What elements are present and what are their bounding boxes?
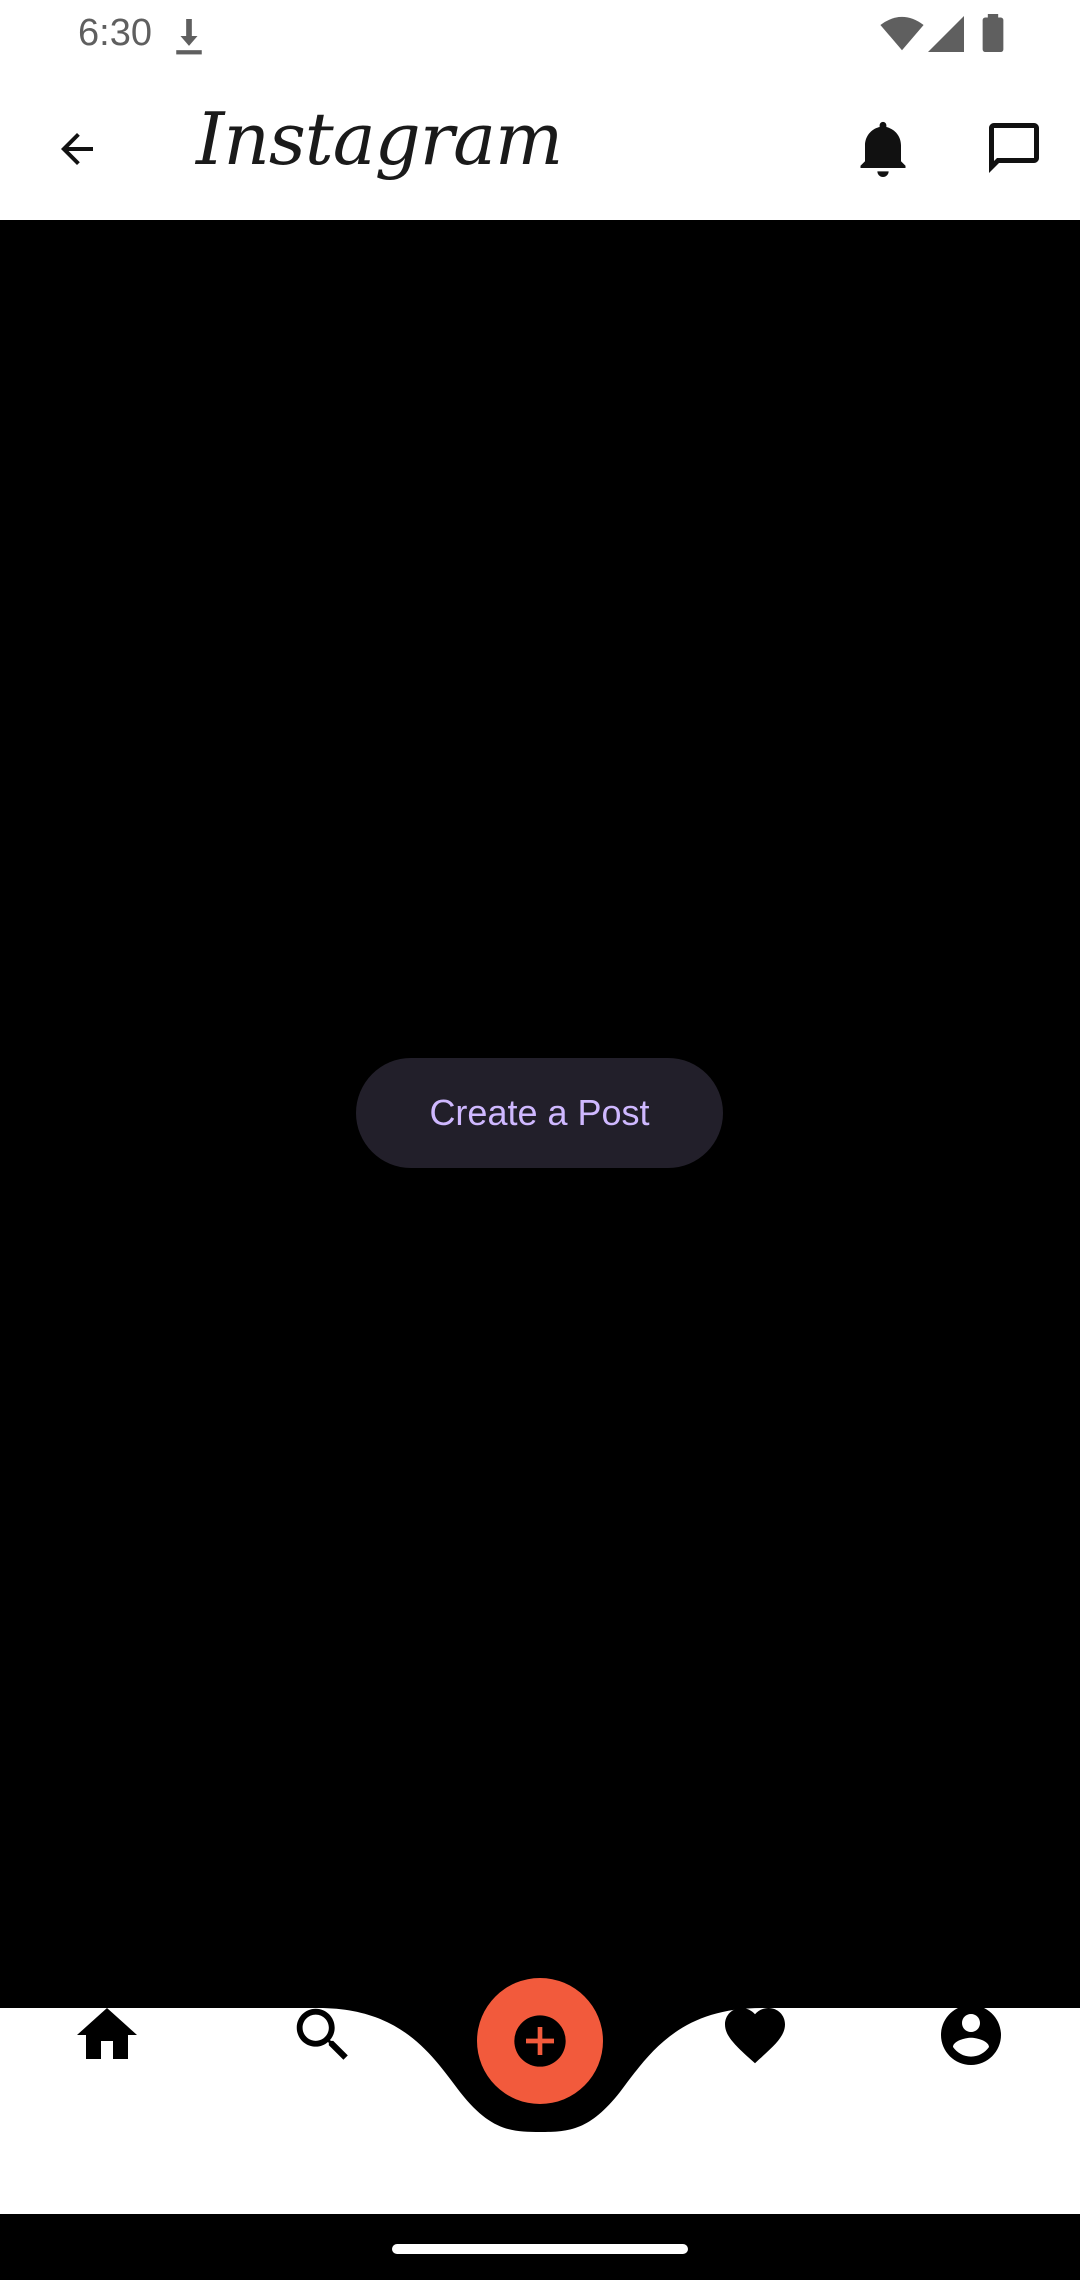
nav-profile-button[interactable]	[926, 1990, 1016, 2080]
home-icon	[77, 2008, 137, 2059]
back-button[interactable]	[40, 112, 114, 186]
nav-home-button[interactable]	[62, 1990, 152, 2080]
profile-icon	[941, 2005, 1001, 2065]
messages-chat-icon	[989, 123, 1039, 173]
search-icon	[296, 2008, 348, 2060]
battery-icon	[982, 14, 1004, 52]
gesture-navigation-area	[0, 2214, 1080, 2280]
status-time: 6:30	[78, 12, 152, 54]
feed-area: Create a Post	[0, 220, 1080, 2008]
instagram-logo: Instagram	[196, 97, 563, 181]
nav-search-button[interactable]	[278, 1990, 368, 2080]
heart-icon	[725, 2008, 785, 2064]
signal-icon	[928, 16, 964, 52]
home-gesture-handle[interactable]	[392, 2244, 688, 2254]
nav-activity-button[interactable]	[710, 1990, 800, 2080]
notifications-bell-icon	[860, 121, 906, 177]
create-post-button[interactable]: Create a Post	[356, 1058, 723, 1168]
status-bar: 6:30	[0, 0, 1080, 70]
back-arrow-icon	[61, 133, 93, 165]
notifications-button[interactable]	[846, 110, 920, 190]
add-post-icon	[514, 2015, 566, 2067]
wifi-icon	[880, 16, 924, 51]
download-icon	[176, 19, 202, 55]
add-post-button[interactable]	[477, 1978, 603, 2104]
app-bar: Instagram	[0, 70, 1080, 220]
messages-button[interactable]	[974, 108, 1054, 188]
bottom-navigation	[0, 1960, 1080, 2214]
